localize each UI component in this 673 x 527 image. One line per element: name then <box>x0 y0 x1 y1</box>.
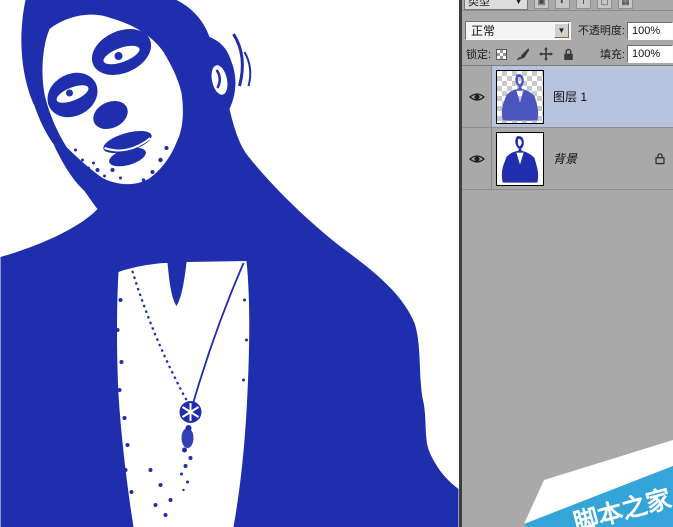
layers-panel: 类型 ▼ ▣ ◐ T ▢ ▦ 正常 ▼ 不透明度: 100% 锁定: <box>459 0 673 527</box>
visibility-toggle[interactable] <box>462 66 492 127</box>
lock-position-move-icon[interactable] <box>539 47 553 61</box>
blend-opacity-row: 正常 ▼ 不透明度: 100% <box>462 11 673 43</box>
chevron-down-icon: ▼ <box>513 0 524 7</box>
filter-shape-layers-icon[interactable]: ▢ <box>597 0 612 9</box>
fill-value: 100% <box>632 48 660 60</box>
filter-pixel-layers-icon[interactable]: ▣ <box>534 0 549 9</box>
fill-label: 填充: <box>600 46 625 62</box>
lock-all-icon[interactable] <box>562 48 575 61</box>
layer-thumbnail[interactable] <box>496 70 544 124</box>
photoshop-window: 类型 ▼ ▣ ◐ T ▢ ▦ 正常 ▼ 不透明度: 100% 锁定: <box>0 0 673 527</box>
eye-icon <box>469 153 485 165</box>
layer-name: 背景 <box>553 150 577 167</box>
layer-thumbnail[interactable] <box>496 132 544 186</box>
lock-pixels-brush-icon[interactable] <box>516 47 530 61</box>
layer-locked-icon <box>654 152 666 165</box>
layer-row-background[interactable]: 背景 <box>462 128 673 190</box>
filter-smart-objects-icon[interactable]: ▦ <box>618 0 633 9</box>
opacity-input[interactable]: 100% <box>627 22 673 40</box>
lock-label: 锁定: <box>466 46 491 62</box>
filter-adjustment-layers-icon[interactable]: ◐ <box>555 0 570 9</box>
fill-input[interactable]: 100% <box>627 45 673 63</box>
layer-filter-bar: 类型 ▼ ▣ ◐ T ▢ ▦ <box>462 0 673 11</box>
eye-icon <box>469 91 485 103</box>
layer-name: 图层 1 <box>553 88 587 105</box>
visibility-toggle[interactable] <box>462 128 492 189</box>
document-canvas[interactable] <box>0 0 459 527</box>
lock-transparency-icon[interactable] <box>496 49 507 60</box>
layer-row-layer1[interactable]: 图层 1 <box>462 66 673 128</box>
lock-fill-row: 锁定: 填充: 100% <box>462 43 673 66</box>
blend-mode-dropdown[interactable]: 正常 ▼ <box>465 21 571 40</box>
chevron-down-icon: ▼ <box>554 23 569 38</box>
opacity-label: 不透明度: <box>578 22 625 40</box>
filter-type-layers-icon[interactable]: T <box>576 0 591 9</box>
posterized-portrait <box>0 0 459 527</box>
blend-mode-value: 正常 <box>466 22 554 39</box>
empty-panel-area <box>462 190 673 462</box>
filter-type-label: 类型 <box>468 0 490 9</box>
filter-type-dropdown[interactable]: 类型 ▼ <box>464 0 528 10</box>
opacity-value: 100% <box>632 25 660 37</box>
